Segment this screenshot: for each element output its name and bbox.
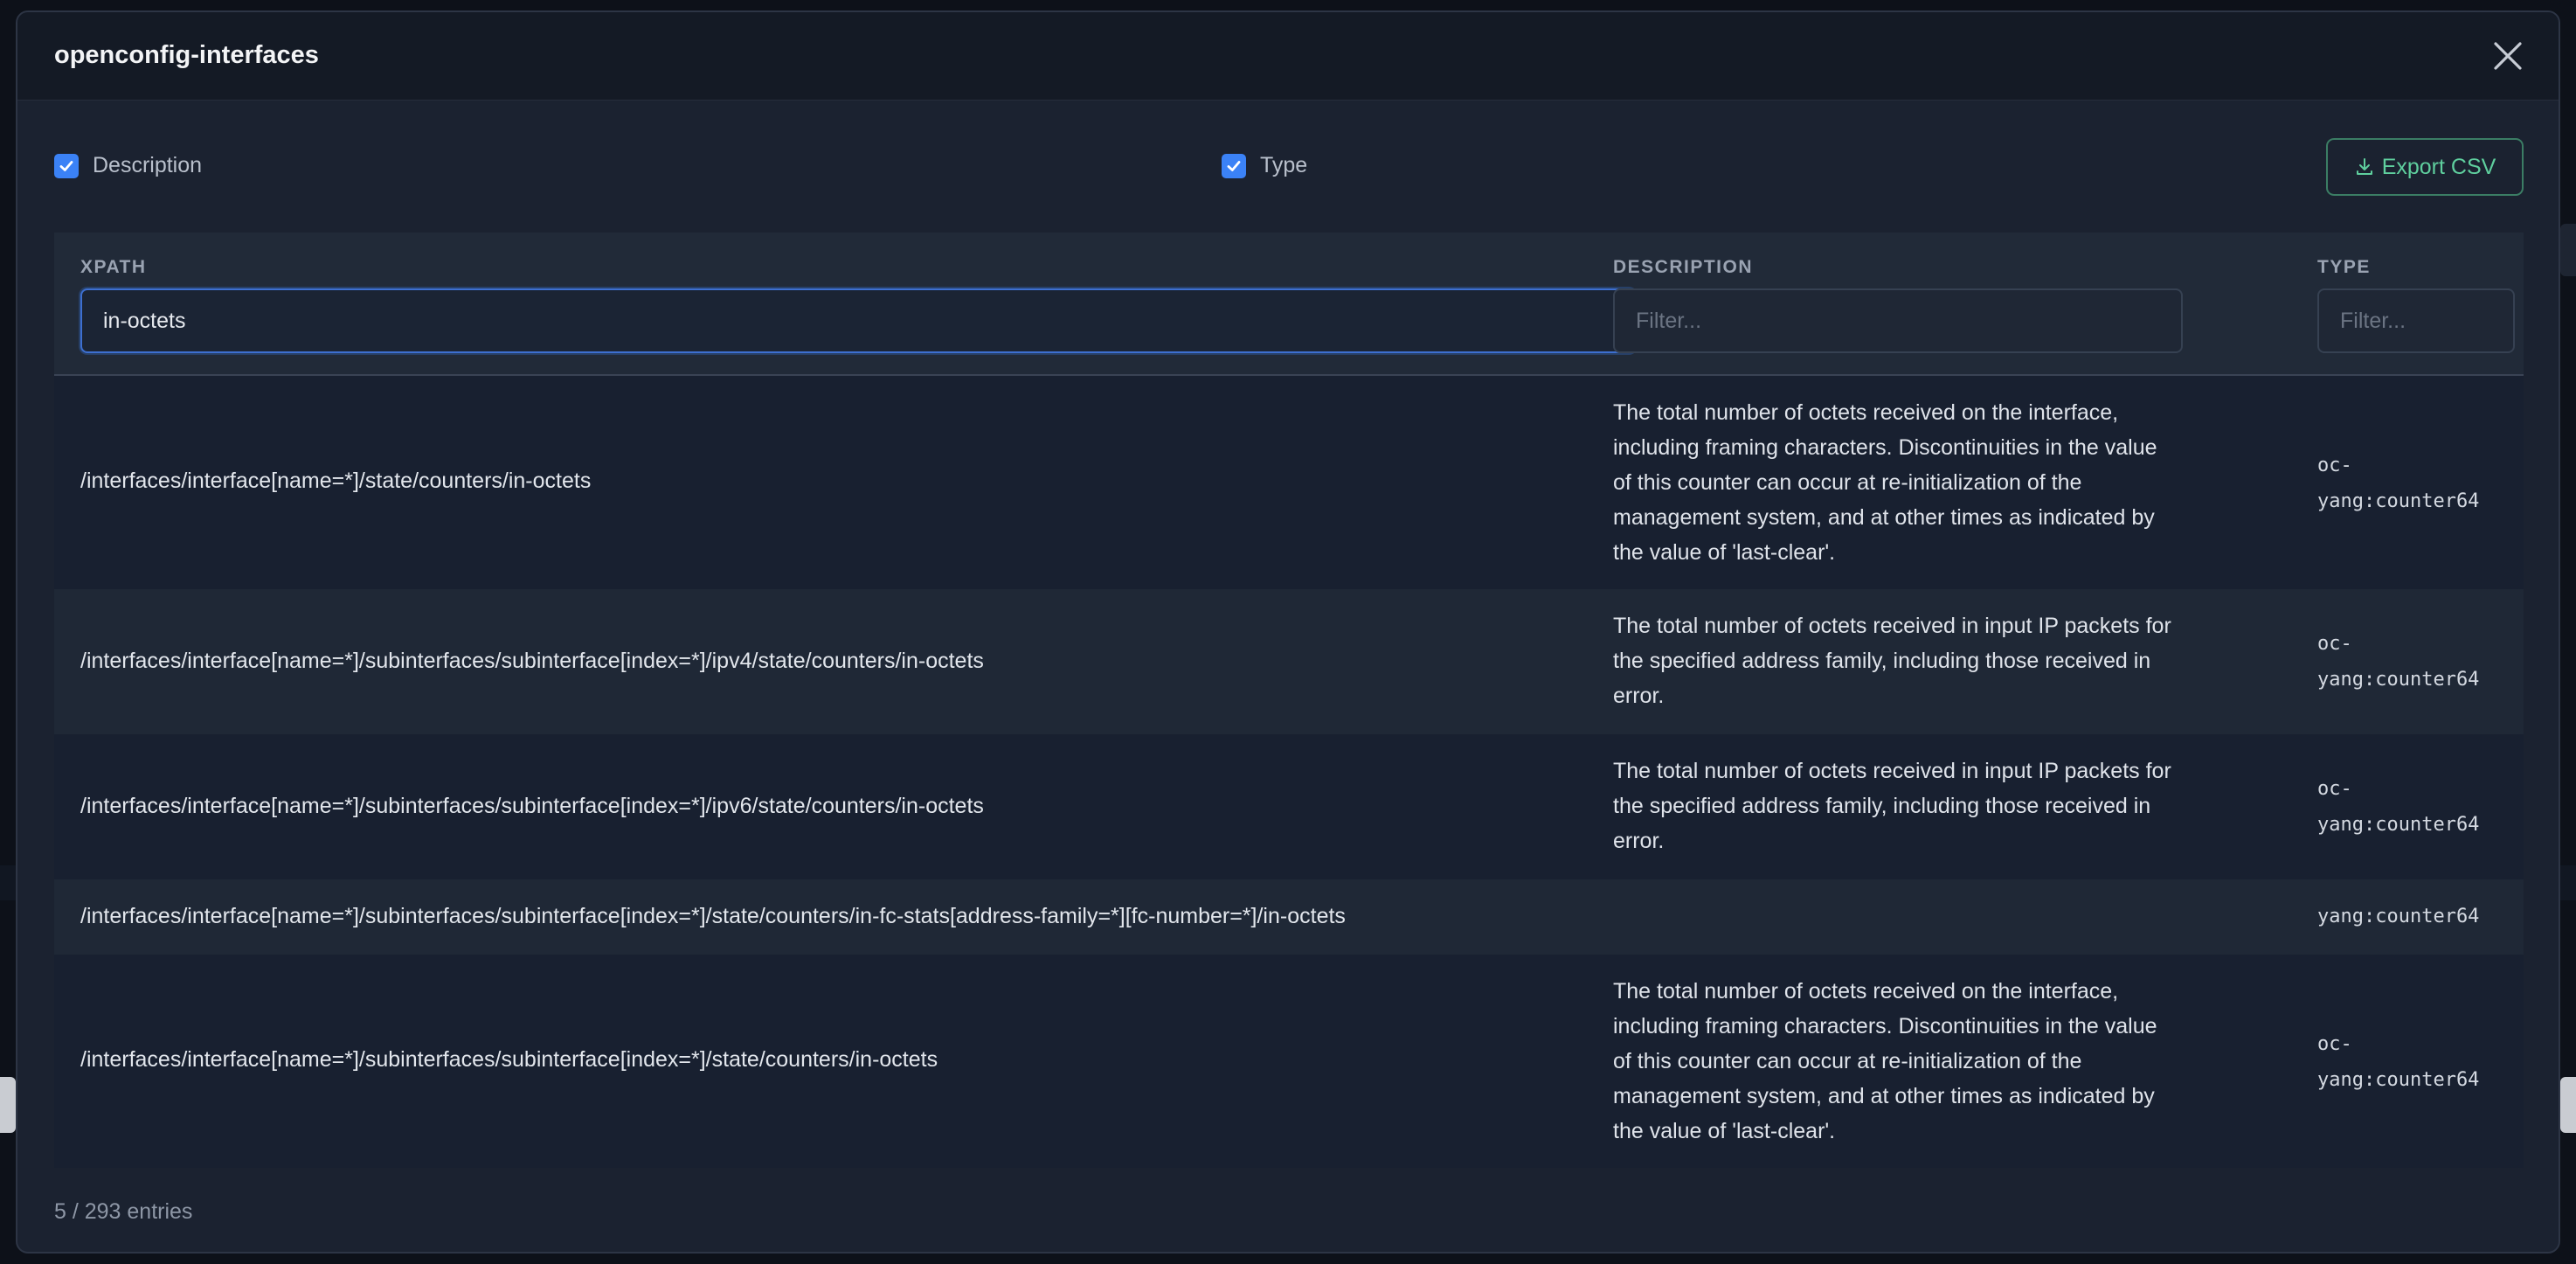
entry-count: 5 / 293 entries — [54, 1199, 193, 1224]
description-toggle-label: Description — [93, 153, 203, 177]
type-filter-input[interactable] — [2317, 288, 2515, 353]
table-row[interactable]: /interfaces/interface[name=*]/state/coun… — [54, 376, 2524, 589]
xpath-cell: /interfaces/interface[name=*]/subinterfa… — [80, 1047, 938, 1072]
checkbox-checked-icon[interactable] — [54, 153, 79, 178]
backdrop-button-edge — [2560, 224, 2576, 276]
column-header-xpath: XPATH — [80, 257, 147, 277]
modal-title: openconfig-interfaces — [54, 41, 319, 69]
table-row[interactable]: /interfaces/interface[name=*]/subinterfa… — [54, 734, 2524, 879]
description-toggle[interactable]: Description — [54, 153, 202, 178]
type-toggle[interactable]: Type — [1222, 153, 1307, 178]
close-button[interactable] — [2490, 38, 2525, 73]
schema-modal: openconfig-interfaces Description Type E… — [16, 10, 2560, 1254]
export-csv-button[interactable]: Export CSV — [2326, 138, 2524, 196]
table-header: XPATH DESCRIPTION TYPE — [54, 233, 2524, 376]
checkbox-checked-icon[interactable] — [1222, 153, 1246, 178]
download-icon — [2356, 158, 2372, 175]
backdrop-input-edge — [0, 1077, 16, 1133]
xpath-cell: /interfaces/interface[name=*]/state/coun… — [80, 469, 592, 493]
modal-header: openconfig-interfaces — [17, 12, 2559, 101]
close-icon — [2494, 42, 2522, 70]
description-filter-input[interactable] — [1613, 288, 2183, 353]
type-cell: oc-yang:counter64 — [2317, 455, 2480, 512]
xpath-cell: /interfaces/interface[name=*]/subinterfa… — [80, 649, 984, 673]
description-cell: The total number of octets received on t… — [1613, 979, 2157, 1143]
type-toggle-label: Type — [1260, 153, 1308, 177]
description-cell: The total number of octets received in i… — [1613, 759, 2171, 853]
xpath-table: XPATH DESCRIPTION TYPE /interfaces/inter… — [54, 233, 2524, 1168]
xpath-cell: /interfaces/interface[name=*]/subinterfa… — [80, 794, 984, 818]
xpath-filter-input[interactable] — [80, 288, 1636, 353]
table-row[interactable]: /interfaces/interface[name=*]/subinterfa… — [54, 955, 2524, 1168]
type-cell: yang:counter64 — [2317, 906, 2480, 927]
description-cell: The total number of octets received on t… — [1613, 400, 2157, 565]
column-header-description: DESCRIPTION — [1613, 257, 1754, 277]
backdrop-input-edge-right — [2560, 1077, 2576, 1133]
type-cell: oc-yang:counter64 — [2317, 778, 2480, 836]
xpath-cell: /interfaces/interface[name=*]/subinterfa… — [80, 904, 1346, 928]
table-row[interactable]: /interfaces/interface[name=*]/subinterfa… — [54, 879, 2524, 955]
type-cell: oc-yang:counter64 — [2317, 633, 2480, 691]
column-toolbar: Description Type Export CSV — [17, 100, 2559, 231]
table-row[interactable]: /interfaces/interface[name=*]/subinterfa… — [54, 589, 2524, 734]
description-cell: The total number of octets received in i… — [1613, 614, 2171, 708]
export-csv-label: Export CSV — [2381, 154, 2496, 179]
column-header-type: TYPE — [2317, 257, 2371, 277]
type-cell: oc-yang:counter64 — [2317, 1033, 2480, 1091]
